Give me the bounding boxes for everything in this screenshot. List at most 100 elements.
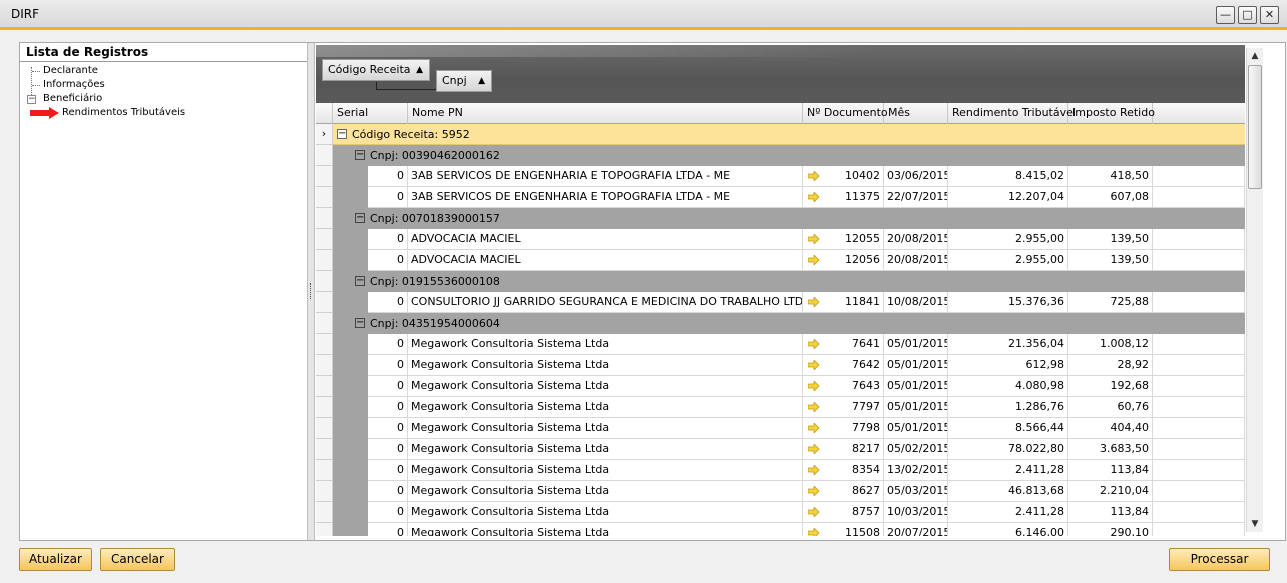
cell-nome-pn[interactable]: Megawork Consultoria Sistema Ltda xyxy=(408,418,803,439)
pane-splitter[interactable] xyxy=(307,43,315,540)
link-arrow-icon[interactable] xyxy=(808,339,820,349)
cell-rendimento-tributavel[interactable]: 12.207,04 xyxy=(948,187,1068,208)
link-arrow-icon[interactable] xyxy=(808,444,820,454)
link-arrow-icon[interactable] xyxy=(808,234,820,244)
cell-serial[interactable]: 0 xyxy=(368,460,408,481)
cell-n-documento[interactable]: 12056 xyxy=(803,250,884,271)
column-header-n-documento[interactable]: Nº Documento xyxy=(803,103,888,124)
cell-nome-pn[interactable]: Megawork Consultoria Sistema Ltda xyxy=(408,334,803,355)
row-selector[interactable] xyxy=(316,145,333,166)
cell-serial[interactable]: 0 xyxy=(368,502,408,523)
cell-rendimento-tributavel[interactable]: 1.286,76 xyxy=(948,397,1068,418)
cell-rendimento-tributavel[interactable]: 2.955,00 xyxy=(948,250,1068,271)
cell-mes[interactable]: 20/08/2015 xyxy=(884,229,948,250)
cell-nome-pn[interactable]: Megawork Consultoria Sistema Ltda xyxy=(408,439,803,460)
cell-rendimento-tributavel[interactable]: 8.415,02 xyxy=(948,166,1068,187)
cell-imposto-retido[interactable]: 290,10 xyxy=(1068,523,1153,536)
tree-item-rendimentos-tributaveis[interactable]: Rendimentos Tributáveis xyxy=(62,107,185,118)
link-arrow-icon[interactable] xyxy=(808,486,820,496)
cell-nome-pn[interactable]: Megawork Consultoria Sistema Ltda xyxy=(408,397,803,418)
cell-mes[interactable]: 03/06/2015 xyxy=(884,166,948,187)
tree-collapse-icon[interactable]: − xyxy=(27,95,36,104)
cell-rendimento-tributavel[interactable]: 612,98 xyxy=(948,355,1068,376)
group-collapse-icon[interactable]: − xyxy=(355,276,365,286)
cell-mes[interactable]: 05/02/2015 xyxy=(884,439,948,460)
cell-mes[interactable]: 05/01/2015 xyxy=(884,334,948,355)
cancelar-button[interactable]: Cancelar xyxy=(100,548,175,571)
cell-n-documento[interactable]: 8217 xyxy=(803,439,884,460)
row-selector[interactable] xyxy=(316,271,333,292)
group-chip-cnpj[interactable]: Cnpj ▲ xyxy=(436,70,492,92)
cell-serial[interactable]: 0 xyxy=(368,397,408,418)
tree-item-declarante[interactable]: Declarante xyxy=(43,65,98,76)
cell-imposto-retido[interactable]: 1.008,12 xyxy=(1068,334,1153,355)
row-selector[interactable] xyxy=(316,460,333,481)
cell-n-documento[interactable]: 7797 xyxy=(803,397,884,418)
row-selector[interactable] xyxy=(316,334,333,355)
link-arrow-icon[interactable] xyxy=(808,402,820,412)
column-header-serial[interactable]: Serial xyxy=(333,103,408,124)
cell-imposto-retido[interactable]: 418,50 xyxy=(1068,166,1153,187)
cell-nome-pn[interactable]: Megawork Consultoria Sistema Ltda xyxy=(408,481,803,502)
link-arrow-icon[interactable] xyxy=(808,507,820,517)
tree-item-informacoes[interactable]: Informações xyxy=(43,79,105,90)
row-selector[interactable] xyxy=(316,397,333,418)
column-header-mes[interactable]: Mês xyxy=(884,103,948,124)
cell-n-documento[interactable]: 7798 xyxy=(803,418,884,439)
column-header-imposto-retido[interactable]: Imposto Retido xyxy=(1068,103,1155,124)
cell-rendimento-tributavel[interactable]: 2.955,00 xyxy=(948,229,1068,250)
cell-nome-pn[interactable]: Megawork Consultoria Sistema Ltda xyxy=(408,355,803,376)
cell-imposto-retido[interactable]: 404,40 xyxy=(1068,418,1153,439)
row-selector[interactable] xyxy=(316,208,333,229)
row-selector[interactable] xyxy=(316,439,333,460)
table-row[interactable]: 0 Megawork Consultoria Sistema Ltda 7643 05… xyxy=(316,376,1245,397)
cell-serial[interactable]: 0 xyxy=(368,292,408,313)
cell-mes[interactable]: 20/08/2015 xyxy=(884,250,948,271)
cell-nome-pn[interactable]: CONSULTORIO JJ GARRIDO SEGURANCA E MEDIC… xyxy=(408,292,803,313)
cell-serial[interactable]: 0 xyxy=(368,523,408,536)
group-collapse-icon[interactable]: − xyxy=(355,150,365,160)
link-arrow-icon[interactable] xyxy=(808,465,820,475)
minimize-icon[interactable]: — xyxy=(1216,6,1235,24)
table-row[interactable]: 0 Megawork Consultoria Sistema Ltda 7642 05… xyxy=(316,355,1245,376)
cell-imposto-retido[interactable]: 3.683,50 xyxy=(1068,439,1153,460)
row-selector[interactable] xyxy=(316,229,333,250)
cell-serial[interactable]: 0 xyxy=(368,334,408,355)
link-arrow-icon[interactable] xyxy=(808,255,820,265)
cell-imposto-retido[interactable]: 113,84 xyxy=(1068,460,1153,481)
cell-serial[interactable]: 0 xyxy=(368,418,408,439)
cell-nome-pn[interactable]: ADVOCACIA MACIEL xyxy=(408,229,803,250)
cell-n-documento[interactable]: 11375 xyxy=(803,187,884,208)
cell-nome-pn[interactable]: ADVOCACIA MACIEL xyxy=(408,250,803,271)
table-row[interactable]: 0 Megawork Consultoria Sistema Ltda 8354 13… xyxy=(316,460,1245,481)
cell-rendimento-tributavel[interactable]: 6.146,00 xyxy=(948,523,1068,536)
table-row[interactable]: 0 Megawork Consultoria Sistema Ltda 7798 05… xyxy=(316,418,1245,439)
cell-imposto-retido[interactable]: 113,84 xyxy=(1068,502,1153,523)
group-collapse-icon[interactable]: − xyxy=(355,318,365,328)
row-selector-arrow-icon[interactable]: › xyxy=(316,124,333,145)
scroll-up-icon[interactable]: ▲ xyxy=(1247,48,1263,64)
table-row[interactable]: 0 Megawork Consultoria Sistema Ltda 8217 05… xyxy=(316,439,1245,460)
cell-imposto-retido[interactable]: 139,50 xyxy=(1068,250,1153,271)
row-selector[interactable] xyxy=(316,187,333,208)
cell-mes[interactable]: 13/02/2015 xyxy=(884,460,948,481)
table-row[interactable]: 0 Megawork Consultoria Sistema Ltda 8757 10… xyxy=(316,502,1245,523)
cell-mes[interactable]: 10/03/2015 xyxy=(884,502,948,523)
atualizar-button[interactable]: Atualizar xyxy=(19,548,92,571)
link-arrow-icon[interactable] xyxy=(808,171,820,181)
cell-rendimento-tributavel[interactable]: 4.080,98 xyxy=(948,376,1068,397)
cell-imposto-retido[interactable]: 192,68 xyxy=(1068,376,1153,397)
group-collapse-icon[interactable]: − xyxy=(355,213,365,223)
cell-nome-pn[interactable]: 3AB SERVICOS DE ENGENHARIA E TOPOGRAFIA … xyxy=(408,187,803,208)
cell-mes[interactable]: 05/01/2015 xyxy=(884,397,948,418)
cell-n-documento[interactable]: 7643 xyxy=(803,376,884,397)
cell-mes[interactable]: 05/01/2015 xyxy=(884,376,948,397)
cell-mes[interactable]: 22/07/2015 xyxy=(884,187,948,208)
row-selector[interactable] xyxy=(316,481,333,502)
link-arrow-icon[interactable] xyxy=(808,192,820,202)
cell-mes[interactable]: 10/08/2015 xyxy=(884,292,948,313)
cell-imposto-retido[interactable]: 60,76 xyxy=(1068,397,1153,418)
link-arrow-icon[interactable] xyxy=(808,297,820,307)
cell-rendimento-tributavel[interactable]: 2.411,28 xyxy=(948,502,1068,523)
scroll-down-icon[interactable]: ▼ xyxy=(1247,516,1263,532)
